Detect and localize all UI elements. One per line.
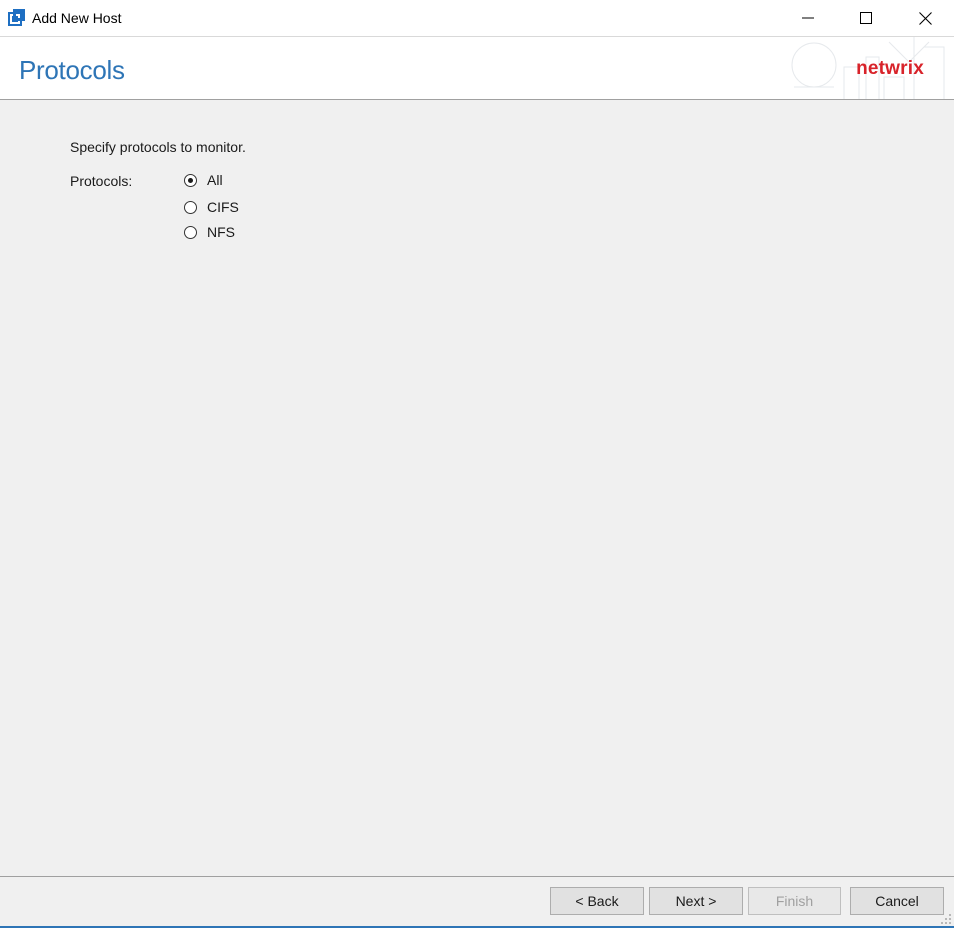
netwrix-logo: netwrix xyxy=(856,58,924,79)
radio-all[interactable]: All xyxy=(184,171,223,189)
radio-nfs-unchecked-icon[interactable] xyxy=(184,225,197,239)
maximize-icon xyxy=(860,12,872,24)
maximize-button[interactable] xyxy=(837,0,895,36)
wizard-header: Protocols netwrix xyxy=(0,36,954,100)
next-button[interactable]: Next > xyxy=(649,887,743,915)
radio-all-checked-icon[interactable] xyxy=(184,173,197,187)
page-title: Protocols xyxy=(19,55,125,85)
wizard-content: Specify protocols to monitor. Protocols:… xyxy=(0,100,954,876)
radio-nfs[interactable]: NFS xyxy=(184,223,235,241)
back-button[interactable]: < Back xyxy=(550,887,644,915)
add-new-host-window: Add New Host Protocols netwrix Specify p… xyxy=(0,0,954,928)
close-icon xyxy=(918,11,932,25)
protocols-label: Protocols: xyxy=(70,173,133,189)
instruction-text: Specify protocols to monitor. xyxy=(70,139,246,155)
radio-cifs-label: CIFS xyxy=(207,199,239,215)
wizard-footer: < Back Next > Finish Cancel xyxy=(0,876,954,928)
finish-button: Finish xyxy=(748,887,841,915)
resize-grip-icon[interactable] xyxy=(940,913,952,925)
app-icon xyxy=(8,9,25,26)
cancel-button[interactable]: Cancel xyxy=(850,887,944,915)
minimize-button[interactable] xyxy=(779,0,837,36)
radio-cifs-unchecked-icon[interactable] xyxy=(184,200,197,214)
title-bar[interactable]: Add New Host xyxy=(0,0,954,36)
radio-cifs[interactable]: CIFS xyxy=(184,198,239,216)
minimize-icon xyxy=(802,17,814,19)
radio-all-label: All xyxy=(207,172,223,188)
close-button[interactable] xyxy=(896,0,954,36)
radio-nfs-label: NFS xyxy=(207,224,235,240)
window-title: Add New Host xyxy=(32,10,122,26)
